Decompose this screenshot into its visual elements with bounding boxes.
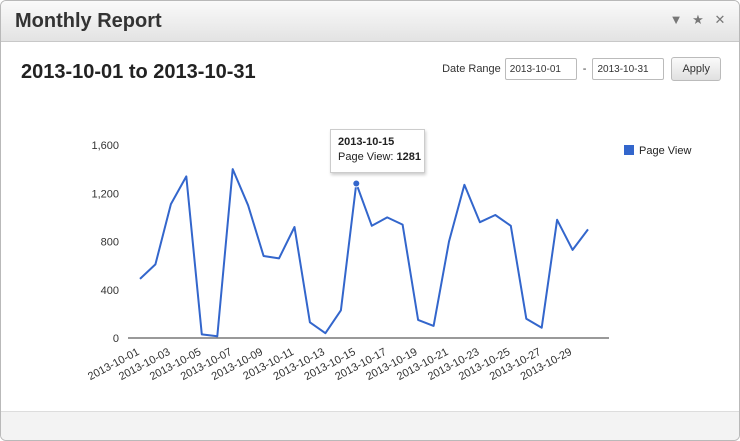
chevron-down-icon[interactable]: ▼ [669, 13, 683, 27]
widget-footer [1, 411, 739, 440]
series-line-page-view [139, 168, 589, 338]
close-icon[interactable]: ✕ [713, 13, 727, 27]
report-range-title: 2013-10-01 to 2013-10-31 [21, 61, 256, 83]
widget-header: Monthly Report ▼ ★ ✕ [1, 1, 739, 42]
legend-swatch [624, 145, 634, 155]
legend-label: Page View [639, 145, 691, 157]
data-point-highlight[interactable] [352, 179, 361, 188]
y-tick-label: 1,200 [91, 188, 119, 200]
widget-title: Monthly Report [15, 10, 162, 32]
widget-controls: ▼ ★ ✕ [669, 13, 727, 27]
data-tooltip: 2013-10-15 Page View: 1281 [330, 129, 425, 173]
data-points [352, 179, 361, 188]
tooltip-date: 2013-10-15 [338, 136, 395, 148]
start-date-input[interactable] [504, 58, 577, 80]
tooltip-series-label: Page View: [338, 151, 394, 163]
star-icon[interactable]: ★ [691, 13, 705, 27]
y-axis: 0 400 800 1,200 1,600 [91, 140, 119, 345]
y-tick-label: 400 [101, 285, 119, 297]
end-date-input[interactable] [592, 58, 665, 80]
report-widget: Monthly Report ▼ ★ ✕ 2013-10-01 to 2013-… [0, 0, 740, 441]
date-range-separator: - [582, 63, 587, 75]
date-range-form: Date Range - Apply [442, 57, 721, 81]
tooltip-value: 1281 [396, 151, 421, 163]
apply-button[interactable]: Apply [671, 57, 721, 81]
date-range-label: Date Range [442, 63, 501, 75]
y-tick-label: 1,600 [91, 140, 119, 152]
y-tick-label: 0 [113, 333, 119, 345]
y-tick-label: 800 [101, 237, 119, 249]
x-axis: 2013-10-012013-10-032013-10-052013-10-07… [86, 346, 574, 383]
